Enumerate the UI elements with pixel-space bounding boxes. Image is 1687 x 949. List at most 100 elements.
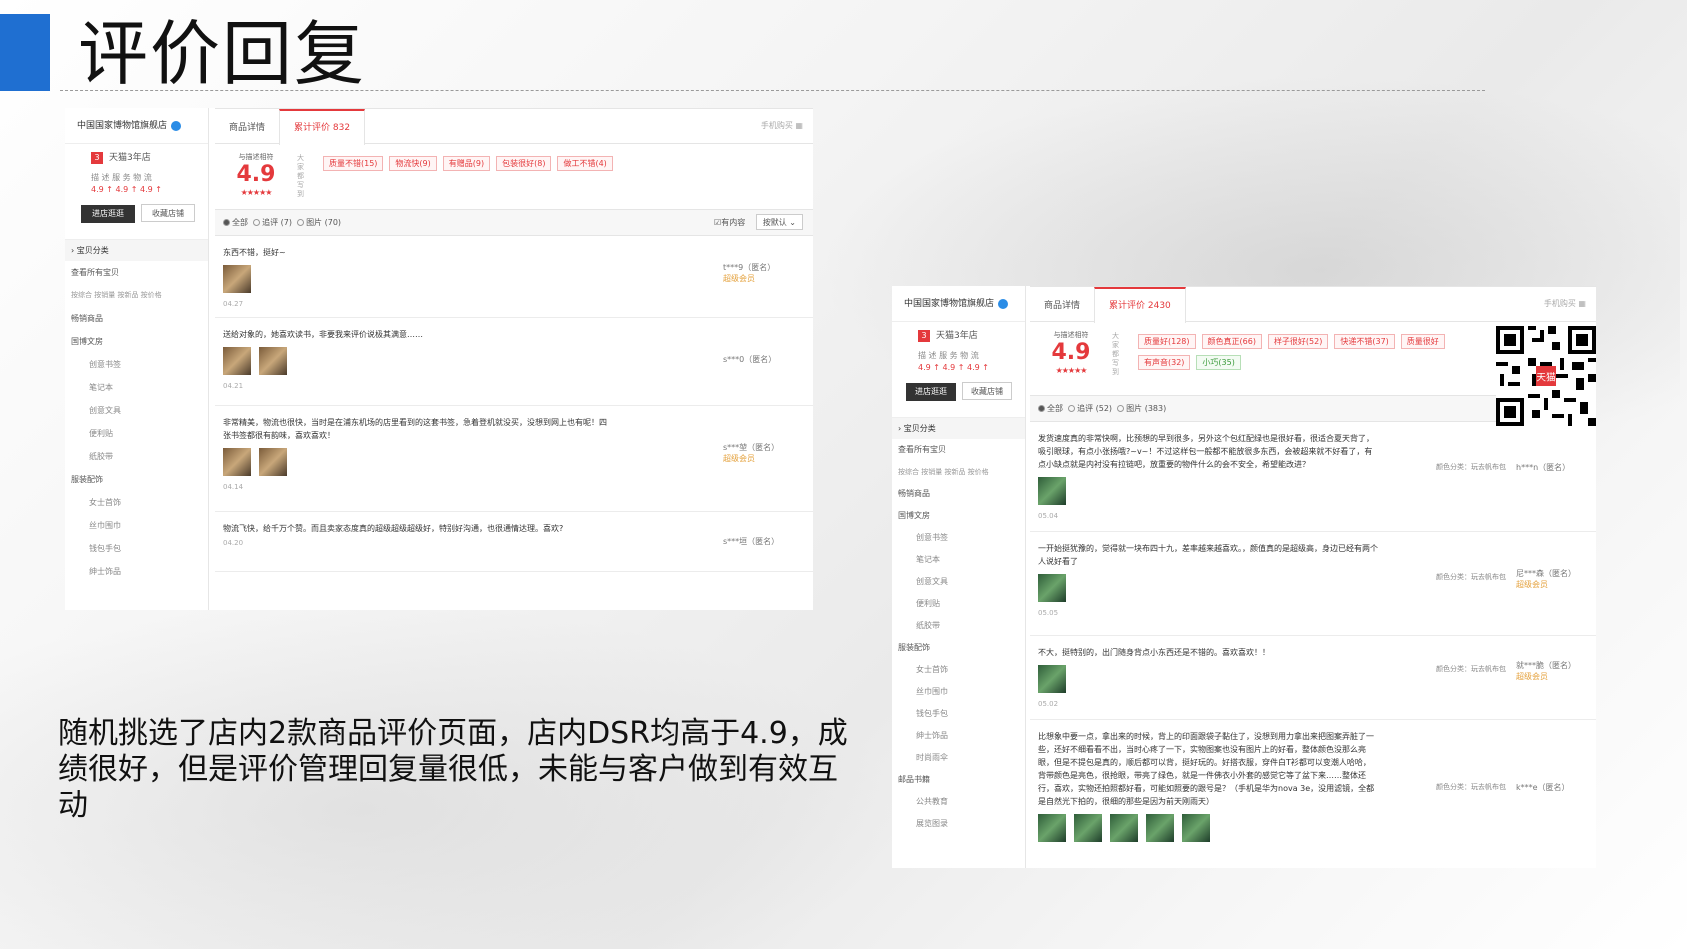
nav-books[interactable]: 邮品书籍 [892, 769, 1025, 791]
dsr-values: 4.9 ↑ 4.9 ↑ 4.9 ↑ [91, 185, 162, 194]
tab-reviews[interactable]: 累计评价 832 [279, 109, 366, 145]
review-photo[interactable] [1038, 477, 1066, 505]
tab-detail[interactable]: 商品详情 [215, 111, 279, 146]
nav-sort-links[interactable]: 按综合 按销量 按新品 按价格 [65, 284, 208, 307]
store-name[interactable]: 中国国家博物馆旗舰店 [892, 286, 1025, 322]
nav-sub-item[interactable]: 钱包手包 [892, 703, 1025, 725]
filter-pictures[interactable]: 图片 (70) [297, 218, 341, 227]
verified-icon [998, 298, 1009, 309]
review-photo[interactable] [1074, 814, 1102, 842]
impression-tag[interactable]: 质量很好 [1400, 334, 1445, 349]
review-date: 04.27 [223, 300, 244, 308]
tab-detail[interactable]: 商品详情 [1030, 289, 1094, 324]
nav-sub-item[interactable]: 公共教育 [892, 791, 1025, 813]
nav-cultural[interactable]: 国博文房 [65, 330, 208, 353]
filter-all[interactable]: 全部 [1038, 404, 1063, 413]
tab-reviews[interactable]: 累计评价 2430 [1094, 287, 1186, 323]
review-photo[interactable] [223, 448, 251, 476]
nav-sub-item[interactable]: 丝巾围巾 [892, 681, 1025, 703]
review-photo[interactable] [259, 347, 287, 375]
nav-cultural[interactable]: 国博文房 [892, 505, 1025, 527]
nav-all-items[interactable]: 查看所有宝贝 [892, 439, 1025, 461]
impression-tag[interactable]: 有赠品(9) [442, 156, 491, 171]
enter-store-button[interactable]: 进店逛逛 [81, 205, 135, 223]
reviewer: h***n（匿名） [1516, 462, 1586, 473]
review-photo[interactable] [223, 347, 251, 375]
nav-category-header[interactable]: › 宝贝分类 [892, 417, 1025, 439]
review-photo[interactable] [1146, 814, 1174, 842]
reviewer-name: t***9（匿名） [723, 263, 776, 272]
nav-sub-item[interactable]: 便利贴 [65, 422, 208, 445]
impression-tag[interactable]: 质量不错(15) [323, 156, 384, 171]
review-page-screenshot-a: 中国国家博物馆旗舰店 3 天猫3年店 描 述 服 务 物 流 4.9 ↑ 4.9 … [65, 108, 813, 610]
nav-category-header[interactable]: › 宝贝分类 [65, 239, 208, 261]
enter-store-button[interactable]: 进店逛逛 [906, 383, 956, 401]
nav-sub-item[interactable]: 女士首饰 [892, 659, 1025, 681]
buy-on-phone[interactable]: 手机购买 ▦ [1544, 298, 1586, 309]
review-spec: 颜色分类：玩去帆布包 [1436, 573, 1506, 581]
nav-sub-item[interactable]: 展览图录 [892, 813, 1025, 835]
nav-hot-items[interactable]: 畅销商品 [892, 483, 1025, 505]
impression-tag[interactable]: 做工不错(4) [557, 156, 613, 171]
impression-tag[interactable]: 包装很好(8) [496, 156, 552, 171]
review-photo[interactable] [1182, 814, 1210, 842]
review-spec: 颜色分类：玩去帆布包 [1436, 463, 1506, 471]
impression-tag[interactable]: 小巧(35) [1196, 355, 1241, 370]
filter-all[interactable]: 全部 [223, 218, 248, 227]
nav-apparel[interactable]: 服装配饰 [65, 468, 208, 491]
impression-tag[interactable]: 物流快(9) [389, 156, 437, 171]
nav-sort-links[interactable]: 按综合 按销量 按新品 按价格 [892, 461, 1025, 483]
review-text: 发货速度真的非常快啊，比预想的早到很多，另外这个包红配绿也是很好看，很适合夏天背… [1038, 434, 1374, 469]
nav-sub-item[interactable]: 创意书签 [892, 527, 1025, 549]
review-photo[interactable] [1038, 814, 1066, 842]
nav-sub-item[interactable]: 创意文具 [892, 571, 1025, 593]
score-label: 与描述相符 [1053, 331, 1089, 339]
nav-sub-item[interactable]: 笔记本 [892, 549, 1025, 571]
impressions-label: 大家都写到 [1112, 332, 1119, 376]
nav-sub-item[interactable]: 创意文具 [65, 399, 208, 422]
nav-sub-item[interactable]: 便利贴 [892, 593, 1025, 615]
review-text: 物流飞快，给千万个赞。而且卖家态度真的超级超级超级好，特别好沟通，也很通情达理。… [223, 524, 564, 533]
nav-sub-item[interactable]: 时尚雨伞 [892, 747, 1025, 769]
nav-sub-item[interactable]: 笔记本 [65, 376, 208, 399]
nav-sub-item[interactable]: 纸胶带 [892, 615, 1025, 637]
favorite-store-button[interactable]: 收藏店铺 [141, 204, 195, 222]
filter-followup[interactable]: 追评 (52) [1068, 404, 1112, 413]
sort-select[interactable]: 按默认 ⌄ [755, 214, 803, 230]
filter-pictures[interactable]: 图片 (383) [1117, 404, 1166, 413]
reviewer: 就***脆（匿名） 超级会员 [1516, 660, 1586, 682]
slide-title: 评价回复 [78, 13, 366, 95]
review-photo[interactable] [1110, 814, 1138, 842]
nav-sub-item[interactable]: 绅士饰品 [892, 725, 1025, 747]
nav-all-items[interactable]: 查看所有宝贝 [65, 261, 208, 284]
store-name[interactable]: 中国国家博物馆旗舰店 [65, 108, 208, 144]
impression-tag[interactable]: 样子很好(52) [1267, 334, 1329, 349]
filter-followup[interactable]: 追评 (7) [253, 218, 292, 227]
nav-sub-item[interactable]: 纸胶带 [65, 445, 208, 468]
has-content-checkbox[interactable]: ☑有内容 [714, 218, 745, 227]
review-photo[interactable] [259, 448, 287, 476]
impression-tag[interactable]: 颜色真正(66) [1201, 334, 1262, 349]
reviewer-name: h***n（匿名） [1516, 463, 1571, 472]
impression-tag[interactable]: 质量好(128) [1138, 334, 1196, 349]
review-photo[interactable] [223, 265, 251, 293]
impression-tag[interactable]: 有声音(32) [1138, 355, 1191, 370]
buy-on-phone[interactable]: 手机购买 ▦ [761, 120, 803, 131]
review-date: 05.02 [1038, 700, 1059, 708]
detail-tabs: 商品详情 累计评价 832 手机购买 ▦ [215, 108, 813, 146]
nav-apparel[interactable]: 服装配饰 [892, 637, 1025, 659]
nav-sub-item[interactable]: 女士首饰 [65, 491, 208, 514]
nav-sub-item[interactable]: 绅士饰品 [65, 560, 208, 583]
favorite-store-button[interactable]: 收藏店铺 [962, 382, 1012, 400]
review-photo[interactable] [1038, 665, 1066, 693]
impression-tag[interactable]: 快递不错(37) [1334, 334, 1395, 349]
review-photo[interactable] [1038, 574, 1066, 602]
review-item: 送给对象的，她喜欢读书，非要我来评价说极其满意…… 04.21 s***0（匿名… [215, 318, 813, 406]
score-value: 4.9 [236, 162, 276, 187]
nav-sub-item[interactable]: 丝巾围巾 [65, 514, 208, 537]
nav-sub-item[interactable]: 钱包手包 [65, 537, 208, 560]
review-page-screenshot-b: 中国国家博物馆旗舰店 3 天猫3年店 描 述 服 务 物 流 4.9 ↑ 4.9 … [892, 286, 1596, 868]
qr-code-icon[interactable]: 天猫 [1496, 326, 1596, 426]
nav-sub-item[interactable]: 创意书签 [65, 353, 208, 376]
nav-hot-items[interactable]: 畅销商品 [65, 307, 208, 330]
